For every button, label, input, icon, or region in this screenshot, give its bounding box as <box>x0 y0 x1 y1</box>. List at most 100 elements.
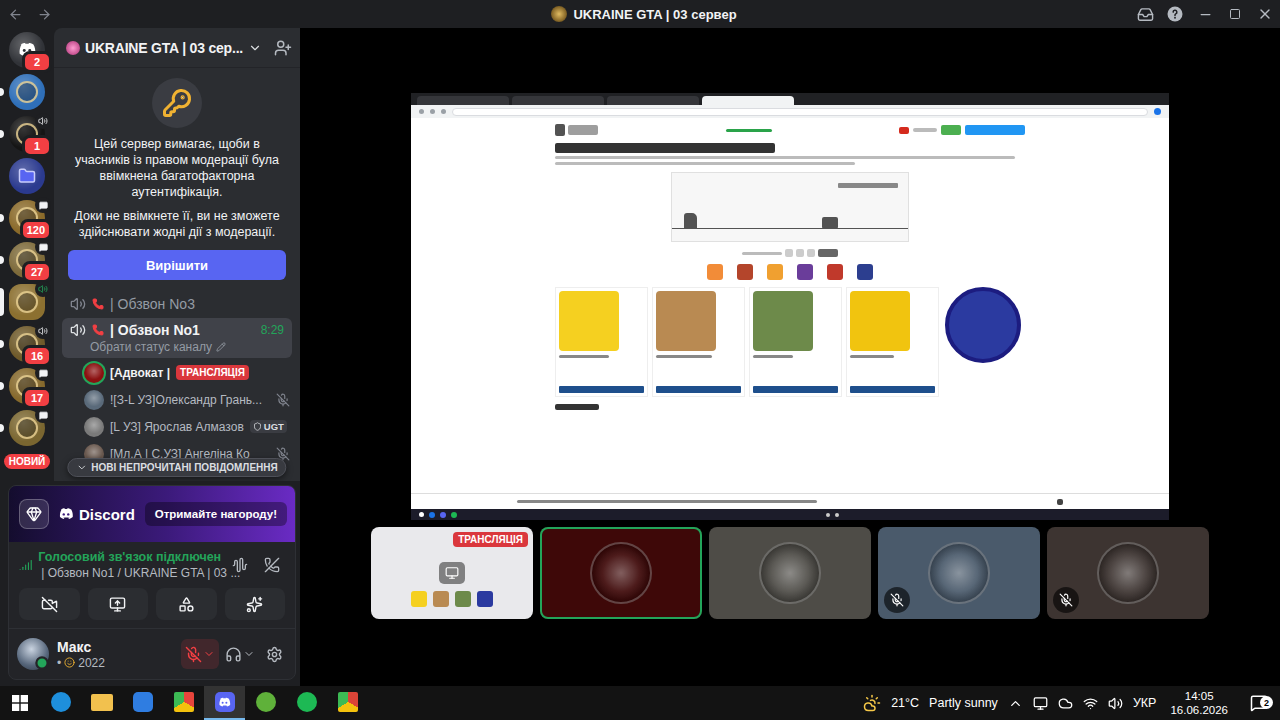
activity-indicator <box>35 323 51 339</box>
browser-tabs <box>411 93 1169 105</box>
account-avatar[interactable] <box>17 638 49 670</box>
guild-tag: UGT <box>250 420 287 433</box>
notice-hint: Доки не ввімкнете її, ви не зможете здій… <box>68 208 286 240</box>
taskbar-app[interactable] <box>40 686 81 720</box>
server-item[interactable] <box>0 410 54 446</box>
voice-connection: Голосовий зв'язок підключен| Обзвон No1 … <box>9 542 295 629</box>
notification-count: 2 <box>1260 696 1273 709</box>
speaker-icon <box>38 326 48 336</box>
soundboard-icon <box>246 596 263 613</box>
activities-button[interactable] <box>156 588 217 620</box>
server-item[interactable]: 17 <box>0 368 54 404</box>
taskbar-app[interactable] <box>204 686 245 720</box>
server-item[interactable]: 120 <box>0 200 54 236</box>
forward-arrow-icon[interactable] <box>37 7 52 22</box>
wifi-icon[interactable] <box>1083 696 1098 711</box>
account-row: Макс•2022 <box>9 629 295 679</box>
participant-avatar <box>759 542 821 604</box>
camera-button[interactable] <box>19 588 80 620</box>
taskbar-app[interactable] <box>163 686 204 720</box>
server-emblem-icon <box>551 6 567 22</box>
windows-logo-icon[interactable] <box>12 695 28 711</box>
mic-off-icon <box>276 393 290 407</box>
taskbar-app[interactable] <box>122 686 163 720</box>
voice-channel[interactable]: | Обзвон No18:29Обрати статус каналу <box>62 318 292 358</box>
taskbar-app[interactable] <box>245 686 286 720</box>
inbox-button[interactable] <box>1130 0 1160 28</box>
chat-icon <box>39 243 48 252</box>
chrome-icon <box>174 692 194 712</box>
volume-icon[interactable] <box>1108 696 1123 711</box>
invite-icon[interactable] <box>274 39 292 57</box>
start-button[interactable] <box>0 686 40 720</box>
mic-off-icon <box>1059 593 1073 607</box>
activity-indicator <box>35 365 51 381</box>
help-icon[interactable] <box>1166 5 1184 23</box>
back-arrow-icon[interactable] <box>8 7 23 22</box>
participant-tiles: ТРАНСЛЯЦІЯ <box>371 527 1209 619</box>
server-emblem <box>16 81 38 103</box>
participant-tile[interactable] <box>709 527 871 619</box>
close-button[interactable] <box>1250 0 1280 28</box>
unread-messages-pill[interactable]: НОВІ НЕПРОЧИТАНІ ПОВІДОМЛЕННЯ <box>67 458 286 477</box>
screen-share-stream <box>411 93 1169 520</box>
disconnect-button[interactable] <box>259 552 285 578</box>
voice-channel[interactable]: | Обзвон No3 <box>62 292 292 316</box>
participant-tile[interactable] <box>1047 527 1209 619</box>
deafen-button[interactable] <box>221 639 259 669</box>
unread-indicator <box>0 340 4 348</box>
activity-indicator <box>35 281 51 297</box>
mention-badge: 2 <box>22 51 52 73</box>
server-item[interactable]: 1 <box>0 116 54 152</box>
screen-share-button[interactable] <box>88 588 149 620</box>
help-button[interactable] <box>1160 0 1190 28</box>
server-item[interactable]: 27 <box>0 242 54 278</box>
cloud-icon[interactable] <box>1058 696 1073 711</box>
nav-buttons <box>8 7 551 22</box>
voice-user[interactable]: ![З-L УЗ]Олександр Грань... <box>62 387 292 412</box>
notification-center[interactable]: 2 <box>1242 694 1276 712</box>
channel-status[interactable]: Обрати статус каналу <box>70 340 284 354</box>
server-folder[interactable] <box>9 158 45 194</box>
maximize-button[interactable] <box>1220 0 1250 28</box>
server-item[interactable]: 16 <box>0 326 54 362</box>
pencil-icon <box>216 342 226 352</box>
server-item[interactable] <box>0 158 54 194</box>
chevron-up-icon[interactable] <box>1008 696 1023 711</box>
mute-button[interactable] <box>181 639 219 669</box>
chevron-down-icon <box>76 462 87 473</box>
stream-tile[interactable]: ТРАНСЛЯЦІЯ <box>371 527 533 619</box>
voice-user[interactable]: [Адвокат |ТРАНСЛЯЦІЯ <box>62 360 292 385</box>
mail-icon <box>133 692 153 712</box>
server-item[interactable]: 2 <box>0 32 54 68</box>
server-icon[interactable] <box>9 74 45 110</box>
taskbar-app[interactable] <box>286 686 327 720</box>
system-tray: 21°CPartly sunnyУКР14:0516.06.20262 <box>863 686 1280 720</box>
signal-icon <box>19 557 32 573</box>
server-header[interactable]: UKRAINE GTA | 03 сер... <box>54 28 300 68</box>
unread-indicator <box>0 214 4 222</box>
settings-button[interactable] <box>261 641 287 667</box>
minimize-button[interactable] <box>1190 0 1220 28</box>
participant-tile[interactable] <box>540 527 702 619</box>
clock[interactable]: 14:0516.06.2026 <box>1166 689 1232 717</box>
server-item[interactable] <box>0 74 54 110</box>
notice-text: Цей сервер вимагає, щоби в учасників із … <box>68 136 286 200</box>
participant-tile[interactable] <box>878 527 1040 619</box>
explorer-icon <box>91 694 113 711</box>
edge-icon <box>51 692 71 712</box>
claim-reward-button[interactable]: Отримайте нагороду! <box>145 502 287 526</box>
resolve-button[interactable]: Вирішити <box>68 250 286 280</box>
taskbar-app[interactable] <box>81 686 122 720</box>
soundboard-button[interactable] <box>225 588 286 620</box>
server-item[interactable] <box>0 284 54 320</box>
voice-user[interactable]: [L УЗ] Ярослав АлмазовUGT <box>62 414 292 439</box>
noise-suppression-button[interactable] <box>227 552 253 578</box>
meet-icon[interactable] <box>1033 696 1048 711</box>
unread-indicator <box>0 130 4 138</box>
smile-icon <box>64 657 75 668</box>
participant-avatar <box>1097 542 1159 604</box>
taskbar-app[interactable] <box>327 686 368 720</box>
phone-icon <box>92 324 104 336</box>
left-column: 21120271617НОВИЙUKRAINE GTA | 03 сер...Ц… <box>0 28 300 686</box>
